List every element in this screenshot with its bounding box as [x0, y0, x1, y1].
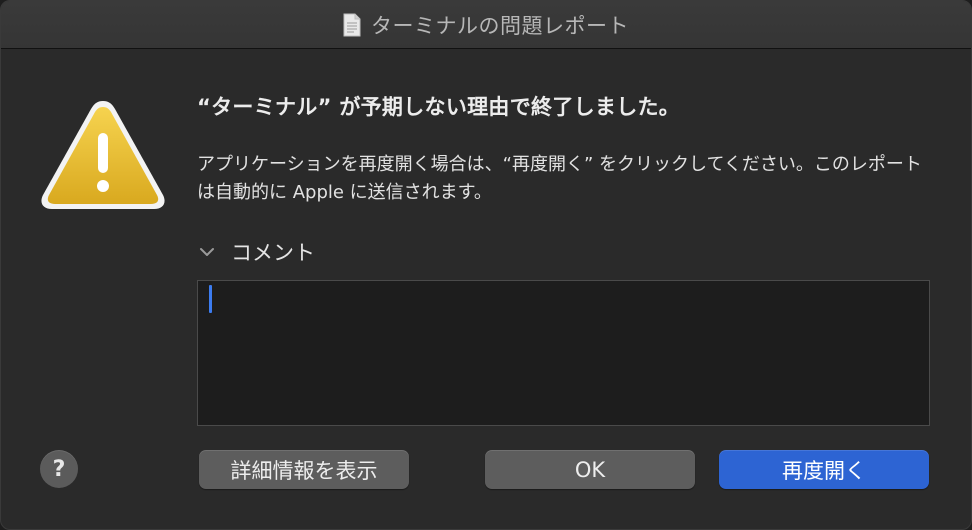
comment-disclosure[interactable]: コメント: [197, 237, 315, 267]
help-button[interactable]: ?: [40, 450, 78, 488]
title-bar: ターミナルの問題レポート: [1, 1, 971, 49]
window-title: ターミナルの問題レポート: [371, 13, 629, 38]
dialog-message: アプリケーションを再度開く場合は、“再度開く” をクリックしてください。このレポ…: [197, 154, 922, 203]
comment-label: コメント: [231, 241, 315, 265]
warning-triangle-icon: [41, 101, 165, 209]
reopen-button[interactable]: 再度開く: [719, 450, 929, 489]
title-group: ターミナルの問題レポート: [343, 10, 629, 40]
document-icon: [343, 13, 361, 36]
chevron-down-icon: [200, 248, 214, 256]
problem-report-window: ターミナルの問題レポート “ターミナル” が予期しない理由で終了しました。 アプ…: [0, 0, 972, 530]
comment-textarea[interactable]: [197, 280, 930, 426]
dialog-heading: “ターミナル” が予期しない理由で終了しました。: [197, 95, 681, 119]
text-caret: [209, 285, 212, 313]
show-details-button[interactable]: 詳細情報を表示: [199, 450, 409, 489]
ok-button[interactable]: OK: [485, 450, 695, 489]
